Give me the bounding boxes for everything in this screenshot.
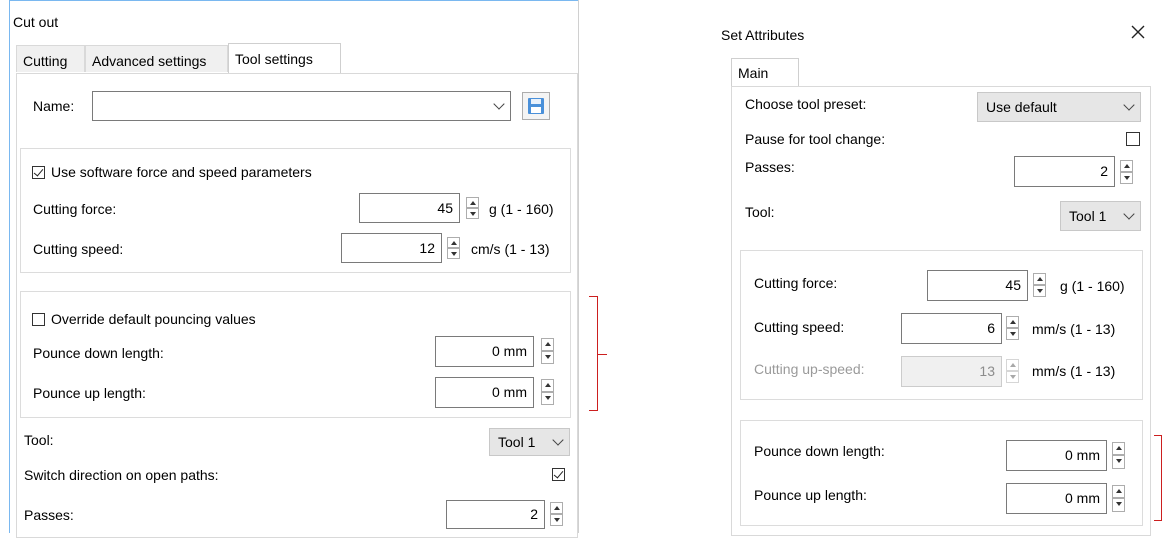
passes-label: Passes: [24,507,74,523]
cutting-speed-spinner[interactable] [1006,316,1019,340]
pounce-down-label: Pounce down length: [33,345,164,361]
cutting-force-spinner[interactable] [466,197,479,219]
passes-spinner[interactable] [550,502,563,526]
passes-label: Passes: [745,159,795,175]
cutting-upspeed-unit: mm/s (1 - 13) [1032,363,1116,379]
pounce-down-label: Pounce down length: [754,443,885,459]
use-software-params-checkbox[interactable] [32,166,45,179]
cutting-speed-input[interactable]: 12 [341,233,442,263]
pounce-up-spinner[interactable] [541,379,554,405]
tool-label: Tool: [24,432,54,448]
pounce-up-input[interactable]: 0 mm [1006,483,1107,514]
switch-direction-label: Switch direction on open paths: [24,467,219,483]
tab-tool-settings[interactable]: Tool settings [228,43,341,74]
close-icon [1131,25,1145,39]
chevron-down-icon [1123,208,1135,220]
pounce-down-spinner[interactable] [1112,442,1125,469]
chevron-down-icon [552,434,564,446]
cutting-force-label: Cutting force: [754,275,838,291]
tool-preset-label: Choose tool preset: [745,96,867,112]
cutting-force-unit: g (1 - 160) [489,201,554,217]
cutting-speed-unit: mm/s (1 - 13) [1032,321,1116,337]
chevron-down-icon [493,98,505,110]
passes-input[interactable]: 2 [1014,156,1115,187]
tab-cutting[interactable]: Cutting [16,45,85,72]
passes-spinner[interactable] [1120,160,1133,184]
name-label: Name: [33,98,75,114]
pause-label: Pause for tool change: [745,131,886,147]
pounce-up-spinner[interactable] [1112,485,1125,512]
pounce-up-label: Pounce up length: [754,487,867,503]
tool-select-value: Tool 1 [1069,208,1107,224]
left-frame-right [578,0,579,533]
pounce-down-input[interactable]: 0 mm [1006,440,1107,471]
pounce-up-input[interactable]: 0 mm [435,377,534,408]
tool-select-value: Tool 1 [498,434,536,450]
left-frame-border [9,0,10,533]
chevron-down-icon [1123,99,1135,111]
switch-direction-checkbox[interactable] [552,468,565,481]
use-software-params-label: Use software force and speed parameters [51,164,312,180]
override-pouncing-label: Override default pouncing values [51,311,256,327]
annotation-bracket [1154,435,1162,521]
left-frame-top [9,0,579,1]
cutting-speed-unit: cm/s (1 - 13) [471,241,550,257]
cutting-upspeed-spinner [1006,359,1019,383]
tool-select[interactable]: Tool 1 [489,428,570,456]
cutting-upspeed-label: Cutting up-speed: [754,361,865,377]
cutting-force-spinner[interactable] [1033,273,1046,297]
cutting-speed-input[interactable]: 6 [901,313,1002,344]
cutting-upspeed-input: 13 [901,356,1002,387]
cutting-speed-label: Cutting speed: [754,319,845,335]
pounce-down-spinner[interactable] [541,338,554,364]
tab-advanced-settings[interactable]: Advanced settings [85,45,228,72]
tool-select[interactable]: Tool 1 [1060,201,1141,231]
cutting-force-unit: g (1 - 160) [1060,278,1125,294]
cutting-speed-label: Cutting speed: [33,241,124,257]
passes-input[interactable]: 2 [446,500,545,529]
override-pouncing-checkbox[interactable] [32,313,45,326]
close-button[interactable] [1128,22,1148,42]
pounce-up-label: Pounce up length: [33,385,146,401]
tab-main[interactable]: Main [731,58,799,87]
cutting-speed-spinner[interactable] [447,237,460,259]
dialog-title: Cut out [13,14,59,30]
floppy-disk-icon [528,98,544,114]
save-button[interactable] [522,92,550,120]
tool-preset-value: Use default [986,99,1057,115]
cutting-force-input[interactable]: 45 [927,270,1028,301]
tool-preset-select[interactable]: Use default [977,92,1141,122]
tool-label: Tool: [745,204,775,220]
name-combo[interactable] [92,91,511,121]
cutting-force-label: Cutting force: [33,201,117,217]
pause-checkbox[interactable] [1126,132,1140,146]
pounce-down-input[interactable]: 0 mm [435,336,534,367]
annotation-bracket [589,296,607,411]
cutting-force-input[interactable]: 45 [359,193,460,223]
dialog-title: Set Attributes [721,27,805,43]
